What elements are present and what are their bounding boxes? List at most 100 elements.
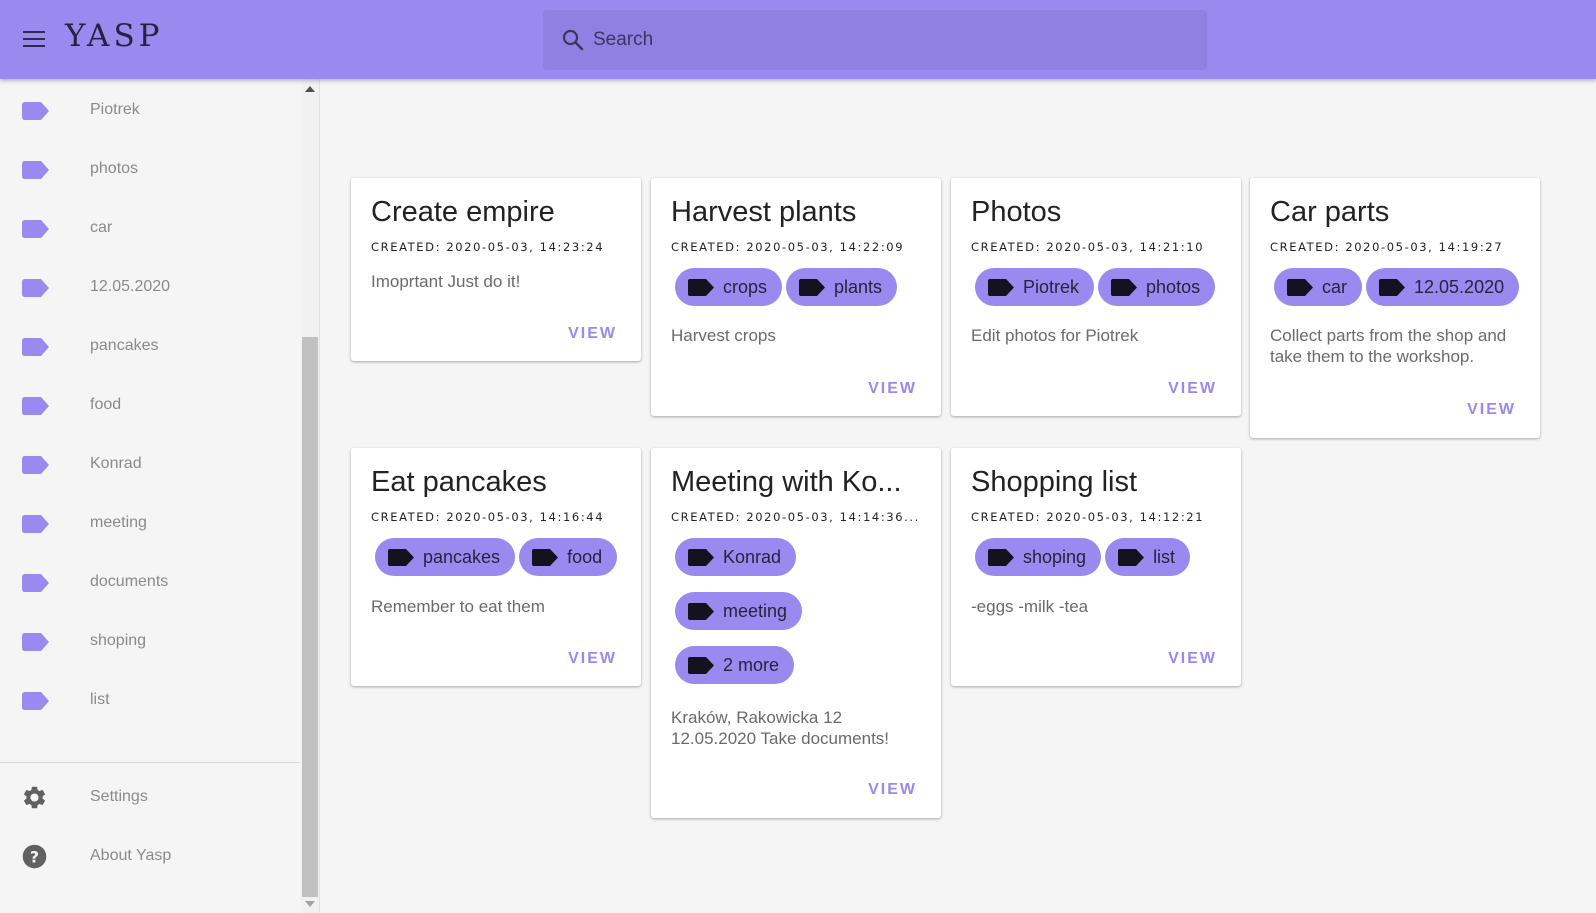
note-card: Meeting with Ko... CREATED: 2020-05-03, … — [651, 448, 941, 818]
sidebar-item-settings[interactable]: Settings — [0, 768, 300, 827]
sidebar-item-meeting[interactable]: meeting — [0, 494, 300, 553]
sidebar-item-list[interactable]: list — [0, 671, 300, 730]
scroll-thumb[interactable] — [302, 337, 318, 897]
sidebar-item-piotrek[interactable]: Piotrek — [0, 81, 300, 140]
sidebar-item-12-05-2020[interactable]: 12.05.2020 — [0, 258, 300, 317]
sidebar-item-photos[interactable]: photos — [0, 140, 300, 199]
sidebar-item-food[interactable]: food — [0, 376, 300, 435]
scroll-down-arrow-icon[interactable] — [305, 901, 315, 907]
tag-chip-label: food — [567, 547, 603, 567]
note-tags: shoping list — [971, 538, 1231, 592]
label-icon — [22, 161, 49, 179]
note-description: Kraków, Rakowicka 12 12.05.2020 Take doc… — [671, 708, 890, 748]
tag-chip[interactable]: photos — [1098, 268, 1216, 306]
tag-chip[interactable]: car — [1274, 268, 1363, 306]
tag-chip[interactable]: list — [1105, 538, 1191, 576]
note-title: Meeting with Ko... — [671, 466, 902, 498]
view-button[interactable]: VIEW — [868, 380, 917, 398]
app-logo: YASP — [65, 18, 164, 54]
menu-icon[interactable] — [22, 28, 46, 50]
view-button[interactable]: VIEW — [868, 781, 917, 799]
note-created-date: CREATED: 2020-05-03, 14:14:36... — [671, 510, 920, 524]
view-button[interactable]: VIEW — [568, 650, 617, 668]
tag-chip[interactable]: Piotrek — [975, 268, 1095, 306]
note-card: Create empire CREATED: 2020-05-03, 14:23… — [351, 178, 641, 361]
sidebar-item-label: food — [90, 396, 122, 413]
note-created-date: CREATED: 2020-05-03, 14:19:27 — [1270, 240, 1504, 254]
note-tags: crops plants — [671, 268, 931, 322]
label-icon — [1118, 549, 1145, 566]
view-button[interactable]: VIEW — [1168, 650, 1217, 668]
tag-chip[interactable]: plants — [786, 268, 898, 306]
tag-chip[interactable]: pancakes — [375, 538, 516, 576]
help-icon: ? — [22, 844, 47, 869]
sidebar-item-label: shoping — [90, 632, 147, 649]
sidebar-scrollbar[interactable] — [301, 79, 319, 913]
tag-chip[interactable]: shoping — [975, 538, 1102, 576]
scroll-up-arrow-icon[interactable] — [305, 86, 315, 92]
sidebar-item-label: documents — [90, 573, 169, 590]
view-button[interactable]: VIEW — [1467, 401, 1516, 419]
sidebar-item-label: pancakes — [90, 337, 159, 354]
note-title: Photos — [971, 196, 1062, 228]
tag-chip[interactable]: crops — [675, 268, 783, 306]
tag-chip-label: pancakes — [423, 547, 501, 567]
note-title: Shopping list — [971, 466, 1138, 498]
label-icon — [988, 549, 1014, 566]
tag-chip[interactable]: meeting — [675, 592, 803, 630]
note-card: Car parts CREATED: 2020-05-03, 14:19:27 … — [1250, 178, 1540, 438]
tag-chip-label: photos — [1146, 277, 1201, 297]
label-icon — [532, 549, 559, 566]
label-icon — [799, 279, 826, 296]
note-tags: Konrad meeting 2 more — [671, 538, 931, 700]
label-icon — [22, 102, 49, 120]
settings-label: Settings — [90, 788, 148, 805]
sidebar: Piotrek photos car 12.05.2020 pancakes f… — [0, 79, 320, 913]
tag-chip-label: plants — [834, 277, 883, 297]
label-icon — [1379, 279, 1406, 296]
tag-chip-label: Konrad — [723, 547, 782, 567]
note-tags: car 12.05.2020 — [1270, 268, 1530, 322]
label-icon — [688, 657, 714, 674]
note-created-date: CREATED: 2020-05-03, 14:23:24 — [371, 240, 605, 254]
label-icon — [1287, 279, 1313, 296]
note-card: Shopping list CREATED: 2020-05-03, 14:12… — [951, 448, 1241, 686]
sidebar-item-shoping[interactable]: shoping — [0, 612, 300, 671]
note-tags: Piotrek photos — [971, 268, 1231, 322]
note-title: Car parts — [1270, 196, 1390, 228]
label-icon — [22, 397, 49, 415]
tag-chip[interactable]: Konrad — [675, 538, 797, 576]
search-bar[interactable] — [543, 10, 1207, 70]
note-description: Remember to eat them — [371, 597, 545, 616]
note-created-date: CREATED: 2020-05-03, 14:21:10 — [971, 240, 1205, 254]
label-icon — [22, 692, 49, 710]
label-icon — [22, 515, 49, 533]
note-description: -eggs -milk -tea — [971, 597, 1089, 616]
tag-chip[interactable]: food — [519, 538, 618, 576]
sidebar-item-label: Piotrek — [90, 101, 140, 118]
search-input[interactable] — [593, 20, 1193, 60]
note-title: Eat pancakes — [371, 466, 547, 498]
search-icon — [562, 29, 584, 51]
label-icon — [988, 279, 1014, 296]
sidebar-item-label: car — [90, 219, 113, 236]
sidebar-item-konrad[interactable]: Konrad — [0, 435, 300, 494]
sidebar-item-about[interactable]: ? About Yasp — [0, 827, 300, 886]
tag-chip-label: car — [1322, 277, 1348, 297]
sidebar-item-label: photos — [90, 160, 139, 177]
sidebar-item-car[interactable]: car — [0, 199, 300, 258]
view-button[interactable]: VIEW — [1168, 380, 1217, 398]
tag-chip[interactable]: 12.05.2020 — [1366, 268, 1520, 306]
note-card: Photos CREATED: 2020-05-03, 14:21:10 Pio… — [951, 178, 1241, 416]
note-title: Create empire — [371, 196, 555, 228]
tag-chip-label: 2 more — [723, 655, 780, 675]
note-created-date: CREATED: 2020-05-03, 14:12:21 — [971, 510, 1205, 524]
more-tags-chip[interactable]: 2 more — [675, 646, 795, 684]
label-icon — [688, 549, 714, 566]
sidebar-divider — [0, 762, 300, 763]
svg-text:?: ? — [30, 847, 39, 866]
label-icon — [22, 338, 49, 356]
sidebar-item-pancakes[interactable]: pancakes — [0, 317, 300, 376]
view-button[interactable]: VIEW — [568, 325, 617, 343]
sidebar-item-documents[interactable]: documents — [0, 553, 300, 612]
